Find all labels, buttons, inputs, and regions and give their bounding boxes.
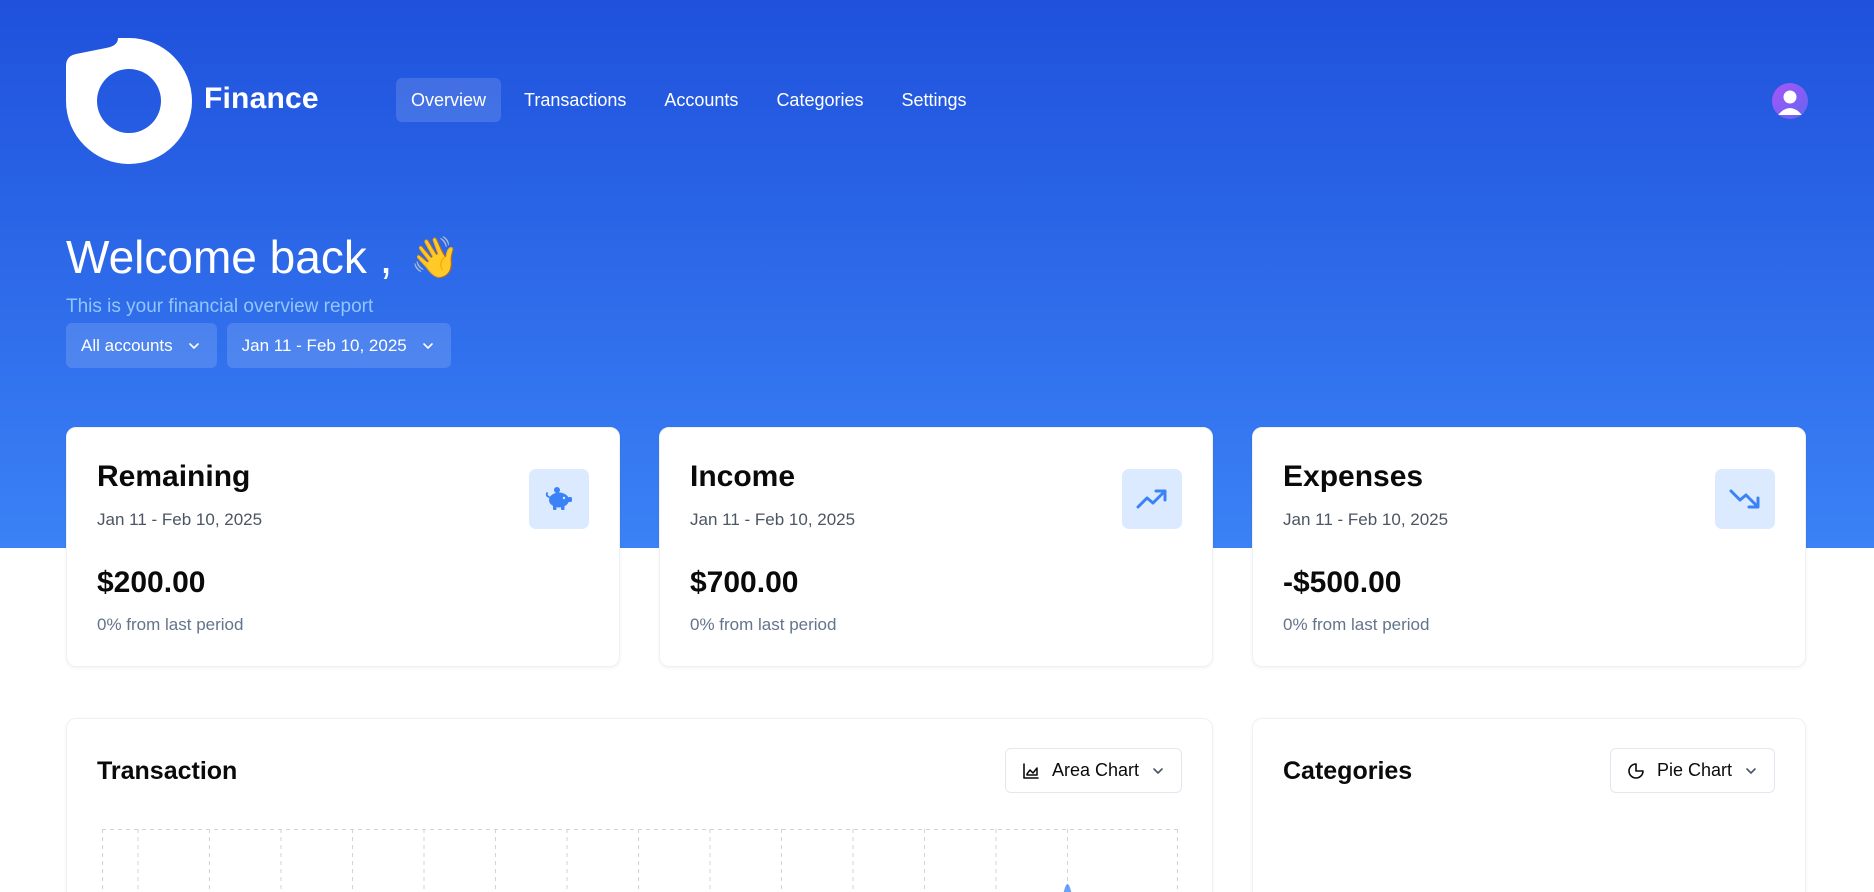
stat-change: 0% from last period	[97, 615, 244, 634]
nav-transactions[interactable]: Transactions	[509, 78, 641, 122]
categories-panel: Categories Pie Chart	[1252, 718, 1806, 892]
nav-overview[interactable]: Overview	[396, 78, 502, 122]
chart-grid	[102, 829, 1178, 892]
chart-type-select[interactable]: Area Chart	[1004, 748, 1182, 793]
transaction-area-chart	[102, 829, 1178, 892]
welcome-heading: Welcome back , 👋	[66, 230, 460, 284]
logo-mark-icon[interactable]	[66, 38, 192, 164]
stat-value: $700.00	[690, 566, 799, 599]
area-chart-icon	[1023, 762, 1039, 779]
date-range-select[interactable]: Jan 11 - Feb 10, 2025	[226, 323, 451, 368]
stat-value: -$500.00	[1283, 566, 1402, 599]
filter-bar: All accounts Jan 11 - Feb 10, 2025	[66, 323, 451, 368]
wave-icon: 👋	[410, 235, 461, 280]
stat-icon-box	[529, 469, 589, 529]
income-card: Income Jan 11 - Feb 10, 2025 $700.00 0% …	[659, 427, 1213, 667]
area-series-peak	[1063, 884, 1072, 892]
stat-change: 0% from last period	[690, 615, 837, 634]
chart-type-label: Area Chart	[1051, 760, 1139, 780]
stat-icon-box	[1715, 469, 1775, 529]
chevron-down-icon	[422, 342, 433, 349]
chart-type-select[interactable]: Pie Chart	[1609, 748, 1775, 793]
remaining-card: Remaining Jan 11 - Feb 10, 2025 $200.00 …	[66, 427, 620, 667]
stat-title: Remaining	[97, 460, 251, 493]
welcome-text: Welcome back ,	[66, 231, 393, 283]
date-range-value: Jan 11 - Feb 10, 2025	[241, 335, 407, 355]
user-avatar-button[interactable]	[1772, 83, 1808, 119]
stat-date-range: Jan 11 - Feb 10, 2025	[690, 510, 856, 529]
transaction-panel: Transaction Area Chart	[66, 718, 1213, 892]
main-nav: Overview Transactions Accounts Categorie…	[396, 78, 982, 122]
piggy-bank-icon	[545, 487, 572, 510]
nav-categories[interactable]: Categories	[761, 78, 878, 122]
top-bar: Finance Overview Transactions Accounts C…	[66, 38, 1808, 164]
stat-title: Income	[690, 460, 796, 493]
stat-icon-box	[1122, 469, 1182, 529]
app-name[interactable]: Finance	[204, 82, 319, 116]
nav-accounts[interactable]: Accounts	[649, 78, 753, 122]
stat-date-range: Jan 11 - Feb 10, 2025	[97, 510, 263, 529]
pie-chart-icon	[1628, 762, 1644, 779]
trending-up-icon	[1136, 489, 1167, 509]
page-subtitle: This is your financial overview report	[66, 296, 374, 317]
nav-settings[interactable]: Settings	[886, 78, 981, 122]
trending-down-icon	[1729, 489, 1760, 509]
account-select[interactable]: All accounts	[66, 323, 217, 368]
chevron-down-icon	[188, 342, 199, 349]
panel-title: Transaction	[97, 757, 238, 785]
stat-change: 0% from last period	[1283, 615, 1430, 634]
stat-date-range: Jan 11 - Feb 10, 2025	[1283, 510, 1449, 529]
stat-value: $200.00	[97, 566, 206, 599]
chevron-down-icon	[1746, 767, 1756, 774]
stat-title: Expenses	[1283, 460, 1424, 493]
panel-title: Categories	[1283, 757, 1413, 785]
expenses-card: Expenses Jan 11 - Feb 10, 2025 -$500.00 …	[1252, 427, 1806, 667]
chevron-down-icon	[1153, 767, 1163, 774]
chart-type-label: Pie Chart	[1656, 760, 1732, 780]
user-avatar-icon	[1778, 90, 1802, 115]
account-select-value: All accounts	[81, 335, 173, 355]
